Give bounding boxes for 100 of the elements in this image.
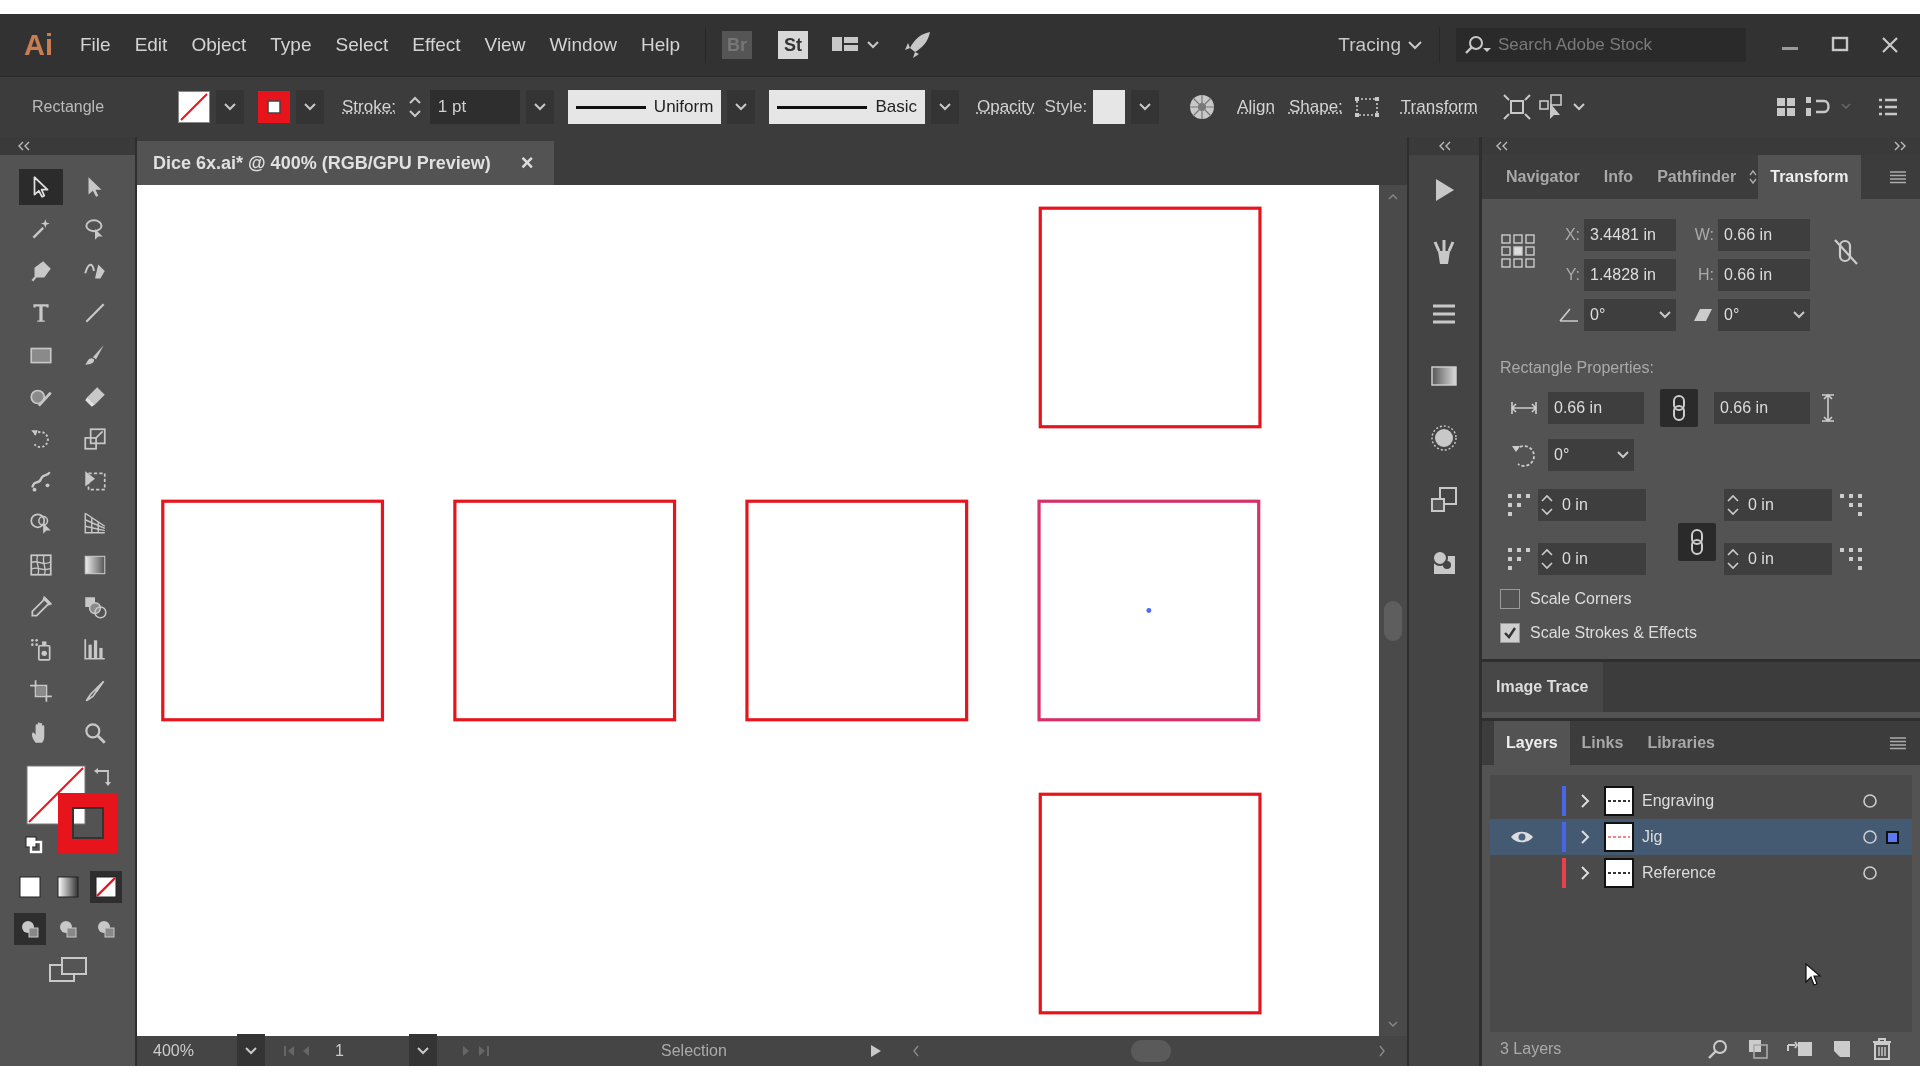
rectangle-height-field[interactable]: 0.66 in [1714,392,1810,424]
panel-menu-icon[interactable] [1888,170,1908,184]
trash-icon[interactable] [1870,1037,1894,1061]
list-icon[interactable] [1876,96,1900,118]
rectangle-angle-field[interactable]: 0° [1548,439,1634,471]
default-colors-icon[interactable] [23,835,44,855]
panel-tab[interactable]: Layers [1494,721,1570,765]
linked-chain-icon[interactable] [1660,389,1698,427]
menu-item[interactable]: File [71,30,120,60]
panel-tab[interactable]: Transform [1758,155,1861,199]
rectangle-width-field[interactable]: 0.66 in [1548,392,1644,424]
clipping-mask-icon[interactable] [1746,1037,1770,1061]
draw-mode-button[interactable] [13,913,46,945]
menu-item[interactable]: Select [326,30,398,60]
color-mode-button[interactable] [89,871,122,903]
rotate-angle-field[interactable]: 0° [1584,299,1676,331]
swatch-dropdown-button[interactable] [296,90,324,124]
shape-link[interactable]: Shape: [1288,97,1343,117]
layer-row[interactable]: Jig [1490,819,1912,855]
panel-tab[interactable]: Links [1569,721,1636,765]
collapse-icon[interactable] [1437,141,1453,151]
value-field[interactable]: 3.4481 in [1584,219,1676,251]
brush-dropdown[interactable]: Basic [769,90,925,124]
close-tab-button[interactable]: × [520,150,534,176]
align-link[interactable]: Align [1237,97,1275,117]
style-dropdown-button[interactable] [1131,90,1160,124]
panel-menu-icon[interactable] [1888,736,1908,750]
opacity-link[interactable]: Opacity [976,97,1035,117]
stepper-icon[interactable] [1538,546,1556,572]
panel-tab[interactable]: Navigator [1494,155,1592,199]
panel-tab[interactable]: Info [1591,155,1646,199]
tool-button[interactable] [18,169,63,205]
menu-item[interactable]: Type [261,30,321,60]
stroke-swatch[interactable] [57,793,118,853]
shape-bounds-icon[interactable] [1352,95,1381,119]
reference-point-icon[interactable] [1500,233,1536,269]
swatch-dropdown-button[interactable] [216,90,244,124]
variable-width-dropdown[interactable]: Uniform [567,90,722,124]
menu-item[interactable]: Help [631,30,690,60]
value-field[interactable]: 1.4828 in [1584,259,1676,291]
search-icon[interactable] [1706,1037,1730,1061]
document-tab[interactable]: Dice 6x.ai* @ 400% (RGB/GPU Preview) × [137,141,554,185]
zoom-dropdown-button[interactable] [237,1034,265,1066]
dotted-circle-icon[interactable] [1429,423,1459,453]
artboard-number-field[interactable]: 1 [329,1038,401,1064]
value-field[interactable]: 0.66 in [1718,219,1810,251]
checkbox[interactable] [1500,623,1520,643]
collapse-icon[interactable] [16,141,32,151]
layer-row[interactable]: Engraving [1490,783,1912,819]
menu-item[interactable]: Effect [403,30,470,60]
menu-item[interactable]: Edit [125,30,177,60]
stroke-swatch[interactable] [258,91,290,123]
isolate-object-icon[interactable] [1501,93,1532,121]
updown-icon [1748,169,1759,185]
menu-item[interactable]: View [475,30,535,60]
stepper-icon[interactable] [1724,492,1742,518]
stacked-squares-icon[interactable] [1429,485,1459,515]
target-circle-icon[interactable] [1862,865,1878,881]
grid-squares-icon[interactable] [1774,95,1798,119]
stroke-weight-dropdown-button[interactable] [525,90,554,124]
search-field[interactable]: Search Adobe Stock [1456,28,1746,62]
panel-tab[interactable]: Libraries [1635,721,1727,765]
collapse-icon[interactable] [1494,141,1510,151]
fill-swatch[interactable] [178,91,210,123]
value-field[interactable]: 0.66 in [1718,259,1810,291]
stepper-icon[interactable] [1538,492,1556,518]
transform-link[interactable]: Transform [1400,97,1478,117]
checkbox[interactable] [1500,589,1520,609]
stock-button[interactable]: St [778,31,809,59]
eye-icon[interactable] [1509,829,1535,845]
close-icon[interactable] [1880,35,1900,55]
workspace-dropdown[interactable]: Tracing [1338,34,1401,56]
menu-item[interactable]: Window [540,30,626,60]
unlinked-chain-icon[interactable] [1832,237,1860,267]
menu-item[interactable]: Object [182,30,256,60]
artboard-dropdown-button[interactable] [409,1034,437,1066]
panel-tab[interactable]: Pathfinder [1645,155,1749,199]
layer-row[interactable]: Reference [1490,855,1912,891]
target-circle-icon[interactable] [1862,793,1878,809]
shape-builder-icon [27,510,54,536]
panel-tab[interactable]: Image Trace [1482,662,1603,712]
corner-radius-field[interactable]: 0 in [1538,543,1646,575]
screen-mode-icon[interactable] [47,955,88,985]
zoom-field[interactable]: 400% [147,1038,229,1064]
vertical-scrollbar[interactable] [1379,185,1407,1036]
linked-chain-icon[interactable] [1678,523,1716,561]
stroke-link[interactable]: Stroke: [342,97,396,117]
target-circle-icon[interactable] [1862,829,1878,845]
style-swatch[interactable] [1093,90,1126,124]
stroke-weight-field[interactable]: 1 pt [429,90,520,124]
variable-width-dropdown-button[interactable] [727,90,756,124]
corner-radius-field[interactable]: 0 in [1724,543,1832,575]
expand-icon[interactable] [1892,141,1908,151]
play-icon[interactable] [869,1043,883,1059]
brush-dropdown-button[interactable] [930,90,959,124]
stepper-icon[interactable] [1724,546,1742,572]
corner-radius-field[interactable]: 0 in [1724,489,1832,521]
bar-chart-icon [81,636,108,662]
shear-angle-field[interactable]: 0° [1718,299,1810,331]
corner-radius-field[interactable]: 0 in [1538,489,1646,521]
